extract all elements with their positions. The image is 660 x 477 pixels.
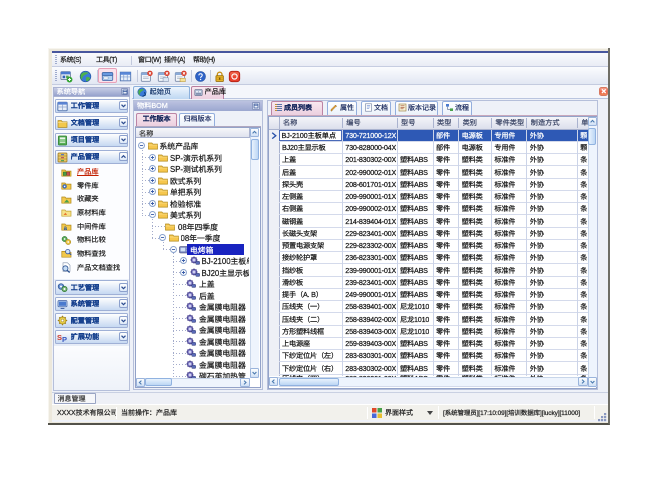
svg-text:P: P xyxy=(62,335,67,343)
